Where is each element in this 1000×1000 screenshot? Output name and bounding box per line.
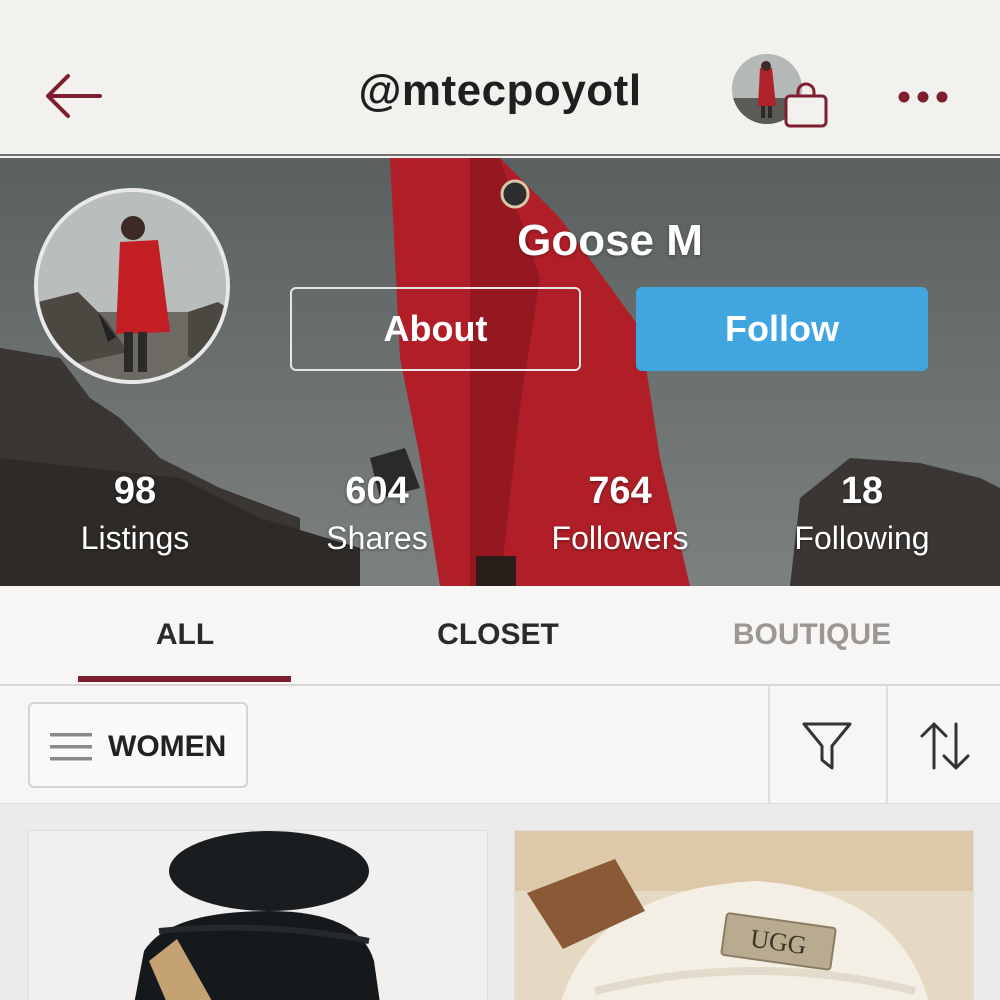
listing-card[interactable]: UGG <box>514 830 974 1000</box>
tab-boutique[interactable]: BOUTIQUE <box>712 618 912 652</box>
arrow-left-icon <box>46 74 102 118</box>
listing-card[interactable] <box>28 830 488 1000</box>
listings-grid: UGG <box>0 804 1000 1000</box>
more-dots-icon <box>898 91 948 103</box>
follow-button[interactable]: Follow <box>636 287 928 371</box>
stat-label: Followers <box>551 520 689 556</box>
stat-shares[interactable]: 604 Shares <box>277 470 477 558</box>
department-label: WOMEN <box>108 730 227 763</box>
back-button[interactable] <box>40 70 104 122</box>
shopping-bag-icon[interactable] <box>782 82 830 130</box>
stat-value: 98 <box>113 470 157 512</box>
tab-all[interactable]: ALL <box>85 618 285 652</box>
about-button[interactable]: About <box>290 287 581 371</box>
stat-value: 764 <box>588 470 652 512</box>
filter-bar: WOMEN <box>0 686 1000 804</box>
closet-tabs: ALL CLOSET BOUTIQUE <box>0 586 1000 686</box>
stat-following[interactable]: 18 Following <box>762 470 962 558</box>
funnel-icon[interactable] <box>800 718 856 774</box>
more-options-button[interactable] <box>890 82 960 112</box>
stat-label: Shares <box>326 520 428 556</box>
avatar[interactable] <box>34 188 230 384</box>
profile-name: Goose M <box>517 216 703 265</box>
stat-value: 18 <box>840 470 884 512</box>
top-bar: @mtecpoyotl <box>0 0 1000 156</box>
divider <box>768 686 770 804</box>
stat-listings[interactable]: 98 Listings <box>35 470 235 558</box>
divider <box>886 686 888 804</box>
department-button[interactable]: WOMEN <box>28 702 248 788</box>
stat-followers[interactable]: 764 Followers <box>520 470 720 558</box>
tab-closet[interactable]: CLOSET <box>398 618 598 652</box>
page-title: @mtecpoyotl <box>358 66 642 115</box>
stat-value: 604 <box>345 470 409 512</box>
stat-label: Listings <box>80 520 190 556</box>
sort-arrows-icon[interactable] <box>916 718 976 774</box>
active-tab-indicator <box>78 676 291 682</box>
menu-lines-icon <box>50 733 92 761</box>
stat-label: Following <box>794 520 930 556</box>
